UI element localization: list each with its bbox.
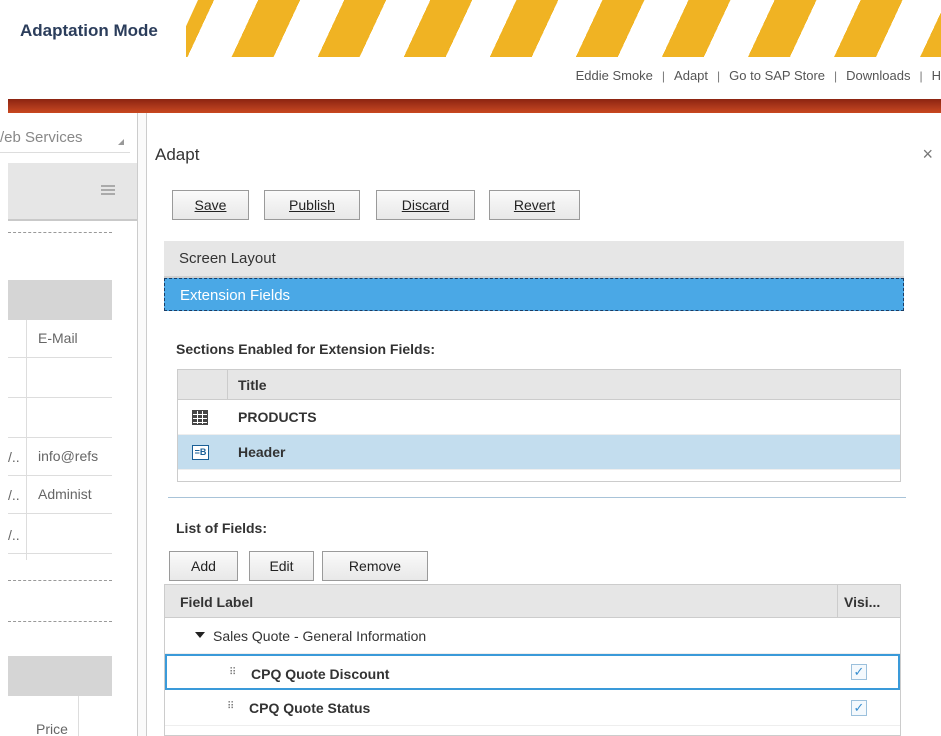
fields-table-header: Field Label Visi... (165, 585, 900, 618)
discard-button[interactable]: Discard (376, 190, 475, 220)
downloads-link[interactable]: Downloads (846, 68, 910, 83)
group-row[interactable]: Sales Quote - General Information (165, 618, 900, 654)
fields-label: List of Fields: (176, 520, 267, 536)
visible-checkbox[interactable]: ✓ (851, 700, 867, 716)
drag-handle-icon[interactable]: ⠿ (229, 667, 236, 678)
banner-title: Adaptation Mode (20, 21, 158, 40)
close-icon[interactable]: × (922, 144, 933, 165)
divider (8, 232, 112, 233)
adapt-navigation: Screen Layout Extension Fields (164, 241, 904, 311)
panel-header (8, 163, 137, 221)
table-row[interactable]: PRODUCTS (178, 400, 900, 435)
nav-screen-layout[interactable]: Screen Layout (164, 241, 904, 278)
field-label-column-header[interactable]: Field Label (180, 594, 253, 610)
list-options-icon[interactable] (101, 185, 115, 197)
sap-store-link[interactable]: Go to SAP Store (729, 68, 825, 83)
remove-field-button[interactable]: Remove (322, 551, 428, 581)
panel-title: Adapt (155, 145, 200, 164)
table-row-selected[interactable]: =B Header (178, 435, 900, 470)
user-name-link[interactable]: Eddie Smoke (576, 68, 653, 83)
help-link[interactable]: H (932, 68, 941, 83)
add-field-button[interactable]: Add (169, 551, 238, 581)
table-toolbar (8, 280, 112, 320)
adapt-link[interactable]: Adapt (674, 68, 708, 83)
drag-handle-icon[interactable]: ⠿ (227, 701, 234, 712)
adaptation-mode-banner: Adaptation Mode (0, 0, 941, 57)
admin-cell[interactable]: Administ (38, 486, 92, 502)
edit-field-button[interactable]: Edit (249, 551, 314, 581)
top-links-bar: Eddie Smoke | Adapt | Go to SAP Store | Downlo… (575, 68, 941, 83)
header-bar (8, 99, 941, 113)
table-row-selected[interactable]: ⠿ CPQ Quote Discount ✓ (165, 654, 900, 690)
divider (168, 497, 906, 498)
table-row[interactable]: ⠿ CPQ Quote Status ✓ (165, 690, 900, 726)
form-icon: =B (192, 445, 209, 460)
nav-extension-fields[interactable]: Extension Fields (164, 278, 904, 311)
panel-splitter[interactable] (137, 113, 147, 736)
sections-table: Title PRODUCTS =B Header (177, 369, 901, 482)
save-button[interactable]: Save (172, 190, 249, 220)
visible-checkbox[interactable]: ✓ (851, 664, 867, 680)
dropdown-corner-icon (118, 139, 124, 145)
title-column-header[interactable]: Title (238, 377, 267, 393)
sections-label: Sections Enabled for Extension Fields: (176, 341, 436, 357)
revert-button[interactable]: Revert (489, 190, 580, 220)
price-column-header: Price (36, 721, 68, 736)
expand-triangle-icon[interactable] (195, 632, 205, 638)
email-column-header: E-Mail (38, 330, 78, 346)
email-cell[interactable]: info@refs (38, 448, 98, 464)
background-content-panel: /eb Services E-Mail /.. info@refs /.. Ad… (0, 113, 137, 736)
adapt-panel: Adapt × Save Publish Discard Revert Scre… (148, 113, 941, 736)
web-services-dropdown[interactable]: /eb Services (0, 123, 130, 153)
fields-table: Field Label Visi... Sales Quote - Genera… (164, 584, 901, 736)
publish-button[interactable]: Publish (264, 190, 360, 220)
sections-table-header: Title (178, 370, 900, 400)
table-icon (192, 410, 208, 425)
table-toolbar-2 (8, 656, 112, 696)
visible-column-header[interactable]: Visi... (837, 585, 901, 618)
